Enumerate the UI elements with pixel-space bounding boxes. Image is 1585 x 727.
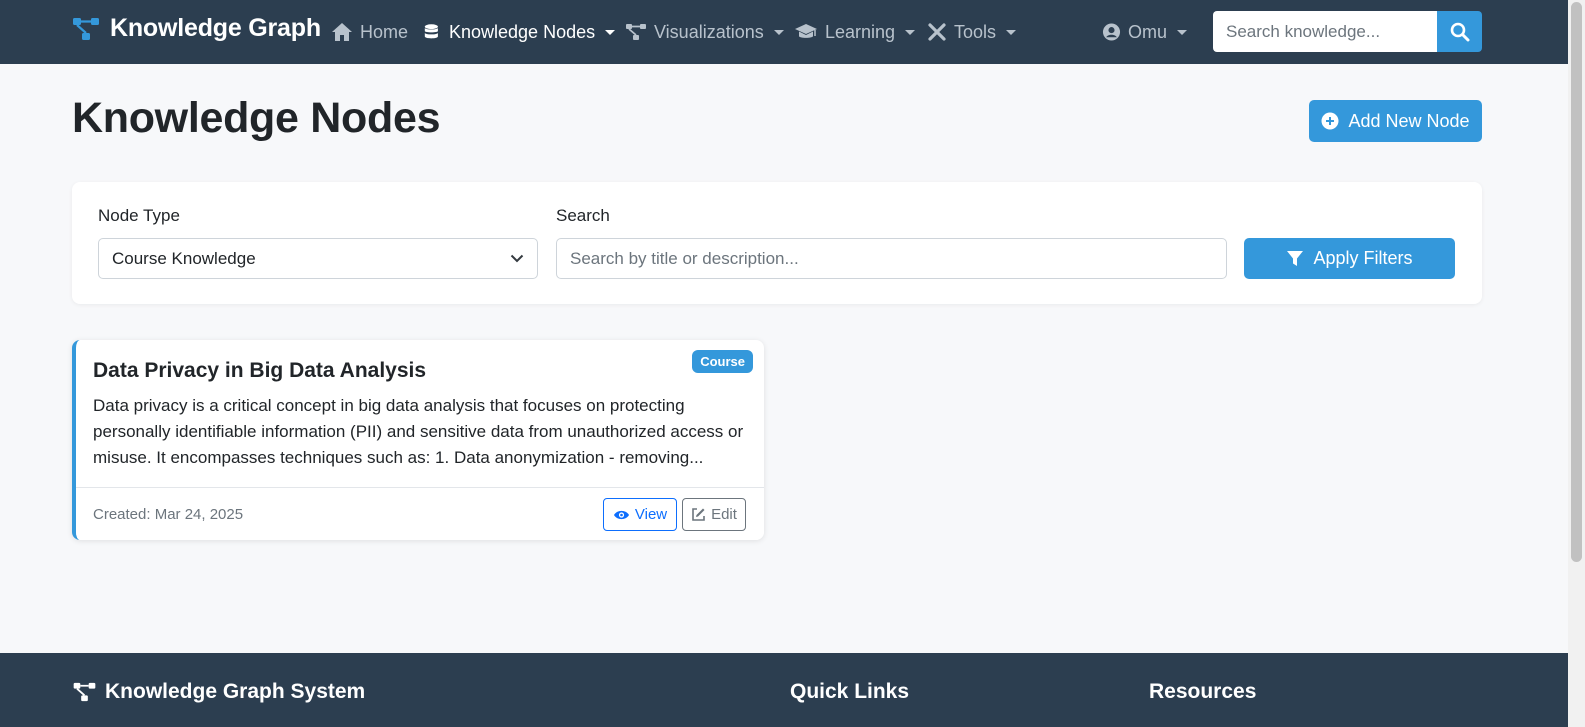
edit-icon — [692, 508, 705, 521]
scrollbar[interactable] — [1568, 0, 1585, 727]
graph-icon — [73, 682, 96, 702]
nav-visualizations-label: Visualizations — [654, 21, 764, 42]
nav-user-label: Omu — [1128, 21, 1168, 42]
search-input[interactable] — [1213, 11, 1437, 52]
home-icon — [332, 23, 352, 41]
chevron-down-icon — [905, 29, 916, 35]
chevron-down-icon — [510, 254, 524, 263]
node-created-date: Created: Mar 24, 2025 — [93, 506, 244, 523]
nav-learning-label: Learning — [825, 21, 896, 42]
tools-icon — [928, 23, 946, 41]
nav-tools[interactable]: Tools — [927, 20, 1017, 44]
node-type-select[interactable]: Course Knowledge — [98, 238, 538, 279]
filter-panel: Node Type Search Course Knowledge Apply … — [72, 182, 1482, 304]
nav-knowledge-nodes[interactable]: Knowledge Nodes — [424, 20, 616, 44]
brand-title: Knowledge Graph — [110, 14, 321, 42]
search-button[interactable] — [1437, 11, 1482, 52]
view-label: View — [634, 506, 668, 523]
page-title: Knowledge Nodes — [72, 94, 441, 142]
nav-home[interactable]: Home — [331, 20, 408, 44]
chevron-down-icon — [1006, 29, 1017, 35]
add-new-node-button[interactable]: Add New Node — [1309, 100, 1482, 142]
node-type-badge: Course — [692, 350, 753, 373]
search-label: Search — [556, 206, 610, 225]
nav-search — [1213, 11, 1482, 52]
view-button[interactable]: View — [603, 498, 677, 531]
graph-icon — [73, 17, 99, 40]
nav-home-label: Home — [360, 21, 409, 42]
plus-circle-icon — [1321, 112, 1339, 130]
nav-knowledge-nodes-label: Knowledge Nodes — [449, 21, 596, 42]
brand-logo[interactable]: Knowledge Graph — [72, 14, 321, 43]
search-icon — [1450, 22, 1469, 41]
filter-icon — [1287, 250, 1304, 266]
nav-visualizations[interactable]: Visualizations — [625, 20, 784, 44]
chevron-down-icon — [1177, 29, 1188, 35]
footer: Knowledge Graph System Quick Links Resou… — [0, 653, 1568, 727]
node-description: Data privacy is a critical concept in bi… — [93, 396, 744, 467]
node-title: Data Privacy in Big Data Analysis — [93, 359, 427, 382]
footer-brand-title: Knowledge Graph System — [105, 680, 366, 703]
filter-search-input[interactable] — [556, 238, 1227, 279]
footer-resources-heading: Resources — [1149, 680, 1257, 703]
nav-learning[interactable]: Learning — [794, 20, 916, 44]
eye-icon — [613, 510, 629, 519]
edit-button[interactable]: Edit — [682, 498, 746, 531]
graduation-cap-icon — [795, 24, 817, 38]
chevron-down-icon — [605, 29, 616, 35]
footer-quick-links-heading: Quick Links — [790, 680, 910, 703]
apply-filters-button[interactable]: Apply Filters — [1244, 238, 1455, 279]
nav-tools-label: Tools — [954, 21, 997, 42]
node-type-label: Node Type — [98, 206, 180, 225]
nav-user-menu[interactable]: Omu — [1102, 20, 1188, 44]
navbar: Knowledge Graph Home Knowledge Nodes Vis… — [0, 0, 1568, 64]
node-card-footer: Created: Mar 24, 2025 View Edit — [76, 487, 764, 540]
diagram-icon — [626, 24, 646, 40]
footer-brand: Knowledge Graph System — [72, 680, 365, 704]
add-new-node-label: Add New Node — [1348, 110, 1470, 131]
chevron-down-icon — [773, 29, 784, 35]
database-icon — [424, 24, 438, 39]
user-circle-icon — [1102, 23, 1121, 41]
node-type-value: Course Knowledge — [112, 248, 256, 268]
scrollbar-thumb[interactable] — [1571, 2, 1582, 562]
node-card: Course Data Privacy in Big Data Analysis… — [72, 340, 764, 540]
apply-filters-label: Apply Filters — [1313, 248, 1413, 268]
edit-label: Edit — [711, 506, 737, 523]
